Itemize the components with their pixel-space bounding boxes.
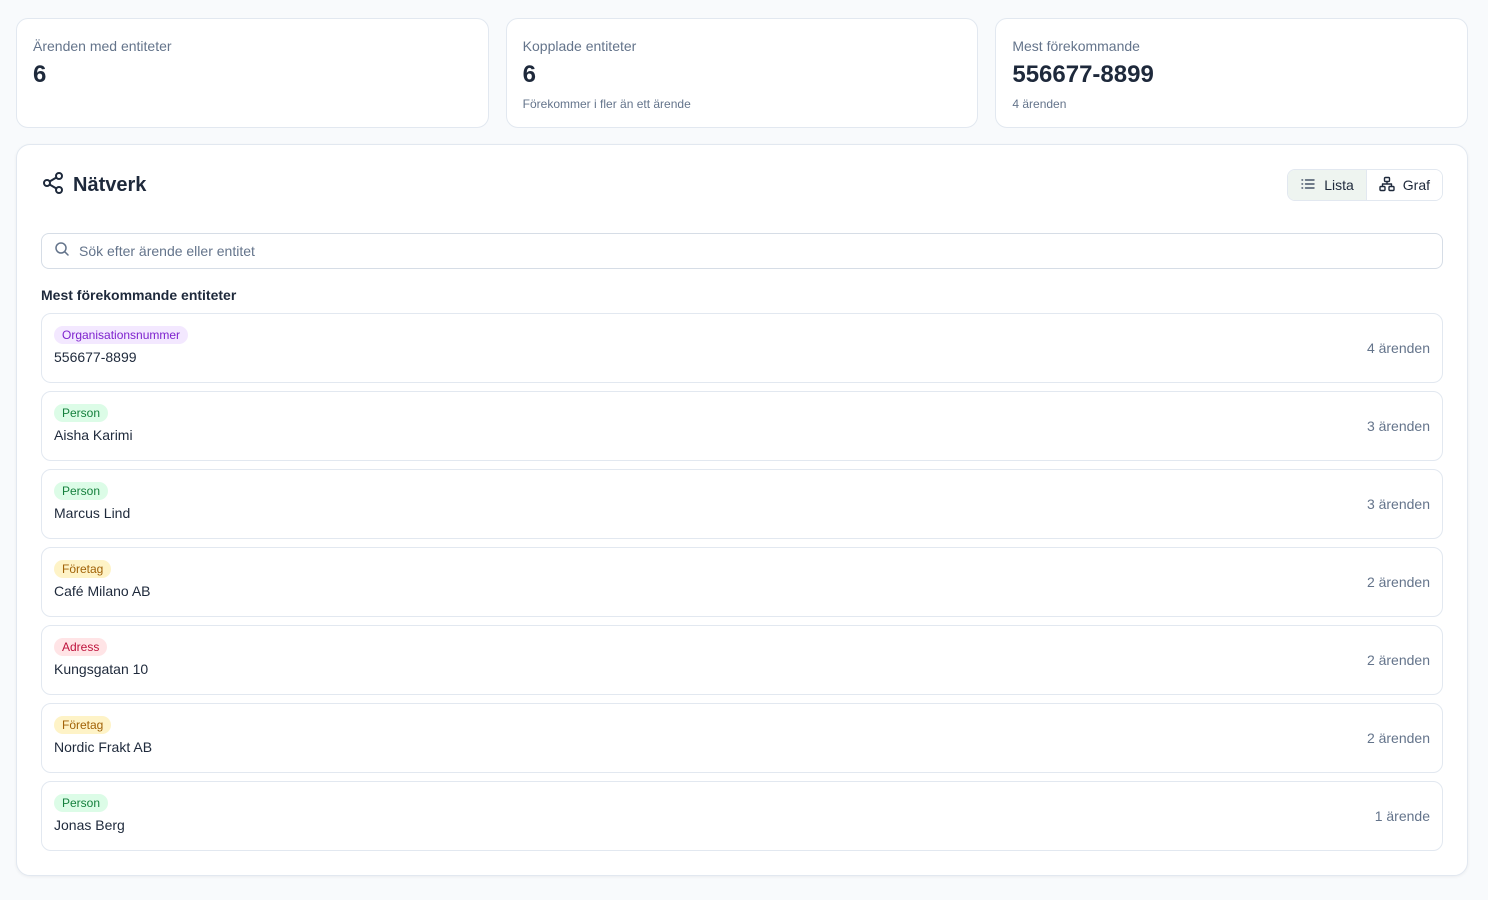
entity-case-count: 2 ärenden [1366,652,1430,668]
entity-name: Kungsgatan 10 [54,661,149,677]
share-network-icon [41,171,65,200]
panel-header: Nätverk [41,171,146,200]
entity-case-count: 2 ärenden [1366,730,1430,746]
stat-value: 6 [33,61,47,88]
entity-name: Café Milano AB [54,583,151,599]
stat-subtext: 4 ärenden [1012,97,1067,111]
list-item[interactable]: Person Aisha Karimi 3 ärenden [41,391,1443,461]
list-view-label: Lista [1324,177,1354,193]
stat-subtext: Förekommer i fler än ett ärende [522,97,691,111]
stats-row: Ärenden med entiteter 6 Kopplade entitet… [16,18,1469,128]
list-view-button[interactable]: Lista [1288,170,1366,200]
search-icon [54,241,70,262]
entity-type-badge: Person [54,794,109,812]
stat-card-linked-entities: Kopplade entiteter 6 Förekommer i fler ä… [505,18,979,128]
stat-card-most-frequent: Mest förekommande 556677-8899 4 ärenden [995,18,1469,128]
stat-value: 6 [522,61,537,88]
entity-case-count: 2 ärenden [1366,574,1430,590]
section-title: Mest förekommande entiteter [41,287,237,303]
network-panel: Nätverk Lista Graf Sök efter ärende elle… [16,144,1468,876]
entity-case-count: 1 ärende [1374,808,1430,824]
entity-type-badge: Organisationsnummer [54,326,189,344]
list-item[interactable]: Person Marcus Lind 3 ärenden [41,469,1443,539]
entity-name: Nordic Frakt AB [54,739,153,755]
search-input[interactable] [79,243,1442,259]
stat-label: Kopplade entiteter [522,38,637,54]
panel-title: Nätverk [73,174,147,196]
entity-name: Marcus Lind [54,505,131,521]
list-item[interactable]: Företag Nordic Frakt AB 2 ärenden [41,703,1443,773]
entity-name: Jonas Berg [54,817,125,833]
graph-icon [1379,176,1395,195]
entity-case-count: 4 ärenden [1366,340,1430,356]
entity-type-badge: Adress [54,638,108,656]
list-item[interactable]: Företag Café Milano AB 2 ärenden [41,547,1443,617]
entity-type-badge: Företag [54,716,112,734]
stat-value: 556677-8899 [1012,61,1154,88]
list-icon [1300,176,1316,195]
list-item[interactable]: Person Jonas Berg 1 ärende [41,781,1443,851]
entity-case-count: 3 ärenden [1366,496,1430,512]
graph-view-button[interactable]: Graf [1365,170,1442,200]
entity-type-badge: Företag [54,560,112,578]
stat-card-cases-with-entities: Ärenden med entiteter 6 [16,18,489,128]
entity-case-count: 3 ärenden [1366,418,1430,434]
entity-type-badge: Person [54,482,109,500]
entity-name: Aisha Karimi [54,427,133,443]
graph-view-label: Graf [1402,177,1430,193]
list-item[interactable]: Adress Kungsgatan 10 2 ärenden [41,625,1443,695]
stat-label: Ärenden med entiteter [33,38,172,54]
list-item[interactable]: Organisationsnummer 556677-8899 4 ärende… [41,313,1443,383]
view-toggle: Lista Graf [1287,169,1443,201]
entity-type-badge: Person [54,404,109,422]
entity-list: Organisationsnummer 556677-8899 4 ärende… [41,313,1443,859]
entity-name: 556677-8899 [54,349,137,365]
search-field [41,233,1443,269]
stat-label: Mest förekommande [1012,38,1140,54]
